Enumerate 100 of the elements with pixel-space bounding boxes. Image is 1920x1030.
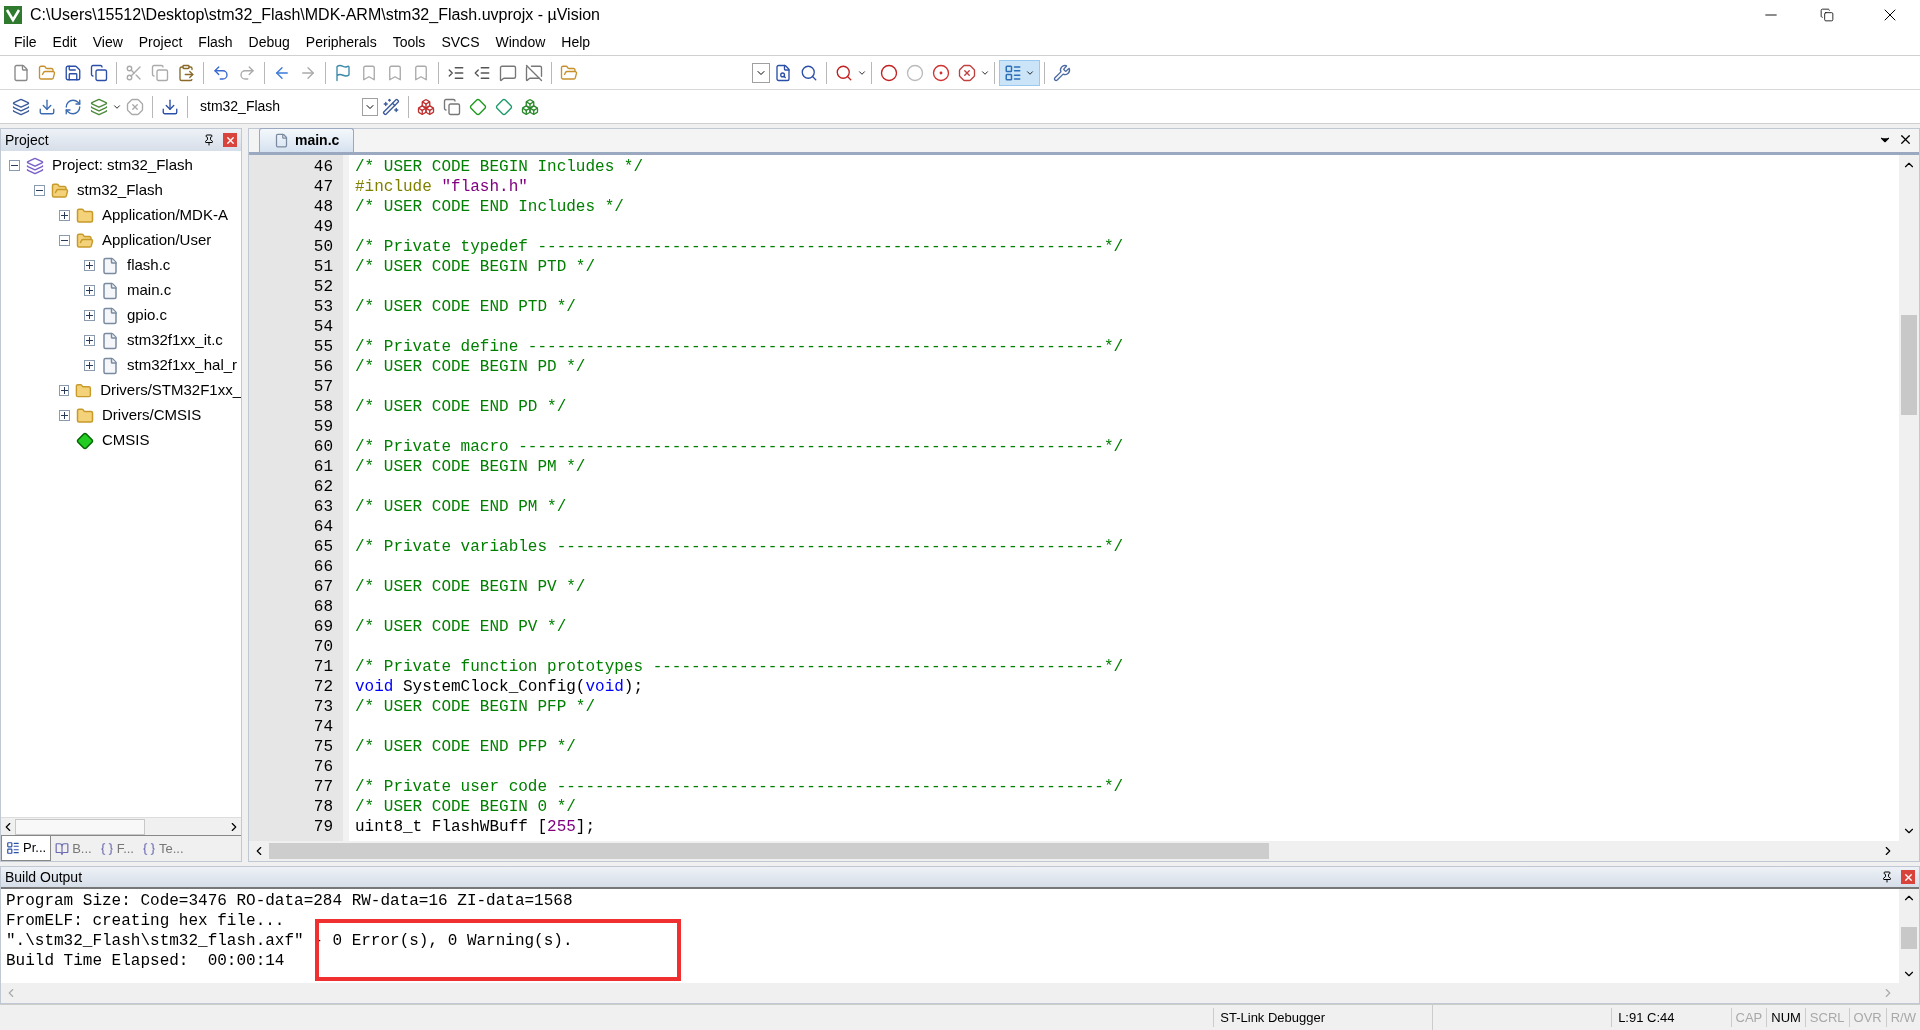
tree-item[interactable]: CMSIS [102,429,150,452]
output-line: Program Size: Code=3476 RO-data=284 RW-data=16 ZI-data=1568 [6,891,573,911]
restore-icon[interactable] [1820,8,1834,22]
tree-item[interactable]: Application/User [102,229,212,252]
save-icon[interactable] [64,63,82,82]
pin-icon[interactable] [1881,871,1893,883]
menu-item[interactable]: SVCS [433,32,488,53]
tree-item[interactable]: gpio.c [127,304,168,327]
scrollbar-thumb[interactable] [269,843,1269,859]
close-button[interactable] [223,133,237,147]
pin-icon[interactable] [203,134,215,146]
panel-tab[interactable]: B... [51,836,96,861]
scrollbar-thumb[interactable] [15,818,145,835]
line-number: 55 [313,337,333,357]
panel-tab[interactable]: Pr... [1,836,52,861]
wrench-icon[interactable] [1053,63,1071,82]
menu-item[interactable]: Edit [44,32,85,53]
line-number: 52 [313,277,333,297]
tree-item[interactable]: stm32f1xx_hal_r [127,354,238,377]
menu-item[interactable]: Peripherals [297,32,385,53]
expand-toggle[interactable] [84,310,95,321]
panel-tab[interactable]: F... [95,836,138,861]
collapse-toggle[interactable] [59,235,70,246]
panel-title: Project [5,130,50,150]
search-icon[interactable] [800,63,818,82]
menu-item[interactable]: Tools [384,32,434,53]
close-button[interactable] [1901,870,1915,884]
collapse-toggle[interactable] [9,160,20,171]
line-number: 65 [313,537,333,557]
rebuild-icon[interactable] [64,97,82,116]
expand-toggle[interactable] [59,385,70,396]
uncomment-icon[interactable] [525,63,543,82]
window-layout-button[interactable] [999,59,1040,86]
file-icon [101,331,119,350]
menu-item[interactable]: Help [553,32,599,53]
line-number: 73 [313,697,333,717]
tree-item[interactable]: Drivers/CMSIS [102,404,202,427]
code-line: /* USER CODE BEGIN PD */ [355,357,586,377]
breakpoint-icon[interactable] [880,63,898,82]
tree-item[interactable]: Application/MDK-A [102,204,228,227]
comment-icon[interactable] [499,63,517,82]
collapse-toggle[interactable] [34,185,45,196]
line-number: 59 [313,417,333,437]
scrollbar-thumb[interactable] [1901,315,1917,415]
vertical-scrollbar[interactable] [1899,155,1919,841]
horizontal-scrollbar[interactable] [249,841,1919,861]
tab-icon [99,841,114,856]
expand-toggle[interactable] [84,260,95,271]
line-number: 60 [313,437,333,457]
tree-item[interactable]: Project: stm32_Flash [52,154,193,177]
menu-item[interactable]: Flash [190,32,241,53]
output-line: Build Time Elapsed: 00:00:14 [6,951,285,971]
scrollbar-thumb[interactable] [1901,927,1917,949]
tree-item[interactable]: stm32f1xx_it.c [127,329,223,352]
line-number: 56 [313,357,333,377]
line-number: 70 [313,637,333,657]
menu-item[interactable]: File [6,32,45,53]
line-number: 71 [313,657,333,677]
close-icon [1902,871,1914,883]
menu-item[interactable]: Window [487,32,554,53]
tree-item[interactable]: stm32_Flash [77,179,163,202]
paste-icon[interactable] [177,63,195,82]
line-number: 51 [313,257,333,277]
code-line: void SystemClock_Config(void); [355,677,644,697]
tree-item[interactable]: Drivers/STM32F1xx_ [100,379,241,402]
undo-icon[interactable] [212,63,230,82]
tree-item[interactable]: main.c [127,279,172,302]
horizontal-scrollbar[interactable] [1,817,241,835]
components-icon[interactable] [417,97,435,116]
tree-item[interactable]: flash.c [127,254,171,277]
code-line: /* USER CODE END PTD */ [355,297,576,317]
magic-wand-icon[interactable] [382,97,400,116]
document-search-icon[interactable] [774,63,792,82]
expand-toggle[interactable] [84,335,95,346]
status-indicator: OVR [1848,1007,1886,1028]
close-icon[interactable] [1898,132,1913,147]
panel-tab[interactable]: Te... [138,836,188,861]
code-line: /* Private typedef -----------------------------------------------------------*/ [355,237,1124,257]
menu-item[interactable]: View [84,32,131,53]
code-line: /* USER CODE BEGIN 0 */ [355,797,576,817]
find-dropdown[interactable] [752,62,770,83]
window-layout-icon [1004,63,1022,82]
new-file-icon[interactable] [12,63,30,82]
menu-item[interactable]: Debug [240,32,298,53]
code-line: /* Private macro -------------------------------------------------------------*/ [355,437,1124,457]
download-icon[interactable] [161,97,179,116]
line-number: 58 [313,397,333,417]
flag-icon[interactable] [334,63,352,82]
expand-toggle[interactable] [84,285,95,296]
expand-toggle[interactable] [59,410,70,421]
open-folder-icon[interactable] [38,63,56,82]
line-number: 57 [313,377,333,397]
status-indicator: NUM [1766,1007,1805,1028]
editor-tab[interactable]: main.c [259,128,355,152]
expand-toggle[interactable] [84,360,95,371]
menu-item[interactable]: Project [130,32,191,53]
vertical-scrollbar[interactable] [1899,889,1919,983]
expand-toggle[interactable] [59,210,70,221]
code-line: /* USER CODE BEGIN PM */ [355,457,586,477]
output-line: ".\stm32_Flash\stm32_flash.axf" - 0 Error(s), 0 Warning(s). [6,931,573,951]
